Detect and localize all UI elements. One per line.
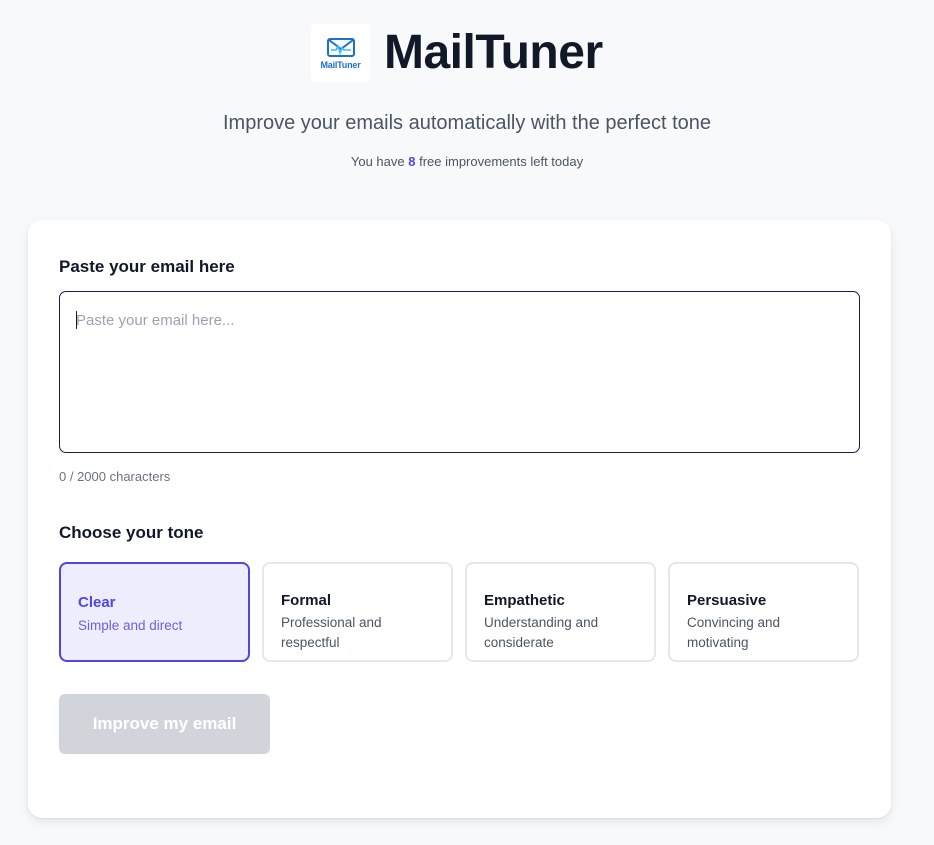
page-header: MailTuner MailTuner Improve your emails … [0,0,934,200]
tone-option-empathetic[interactable]: Empathetic Understanding and considerate [465,562,656,662]
tone-label: Choose your tone [59,523,204,542]
tone-description: Convincing and motivating [687,615,781,650]
email-input-label: Paste your email here [59,257,235,276]
tone-title: Clear [78,594,116,611]
quota-count: 8 [408,154,416,169]
tone-description: Professional and respectful [281,615,382,650]
tone-description: Simple and direct [78,618,183,633]
improve-email-button[interactable]: Improve my email [59,694,270,754]
tone-option-persuasive[interactable]: Persuasive Convincing and motivating [668,562,859,662]
quota-prefix: You have [350,154,405,169]
tone-description: Understanding and considerate [484,615,599,650]
text-cursor [76,311,77,329]
app-logo: MailTuner [311,24,370,82]
tone-option-clear[interactable]: Clear Simple and direct [59,562,250,662]
envelope-pulse-icon [326,38,355,57]
quota-text: You have 8 free improvements left today [0,154,934,169]
email-form-card: Paste your email here 0 / 2000 character… [28,220,891,818]
page-subtitle: Improve your emails automatically with t… [223,112,711,134]
app-title: MailTuner [384,26,603,79]
tone-title: Empathetic [484,592,565,609]
brand: MailTuner MailTuner [311,24,603,82]
character-counter: 0 / 2000 characters [59,469,171,484]
tone-title: Formal [281,592,332,609]
logo-text: MailTuner [320,60,361,70]
tone-option-formal[interactable]: Formal Professional and respectful [262,562,453,662]
tone-options: Clear Simple and direct Formal Professio… [59,562,860,662]
tone-title: Persuasive [687,592,767,609]
email-textarea[interactable] [59,291,860,453]
quota-suffix: free improvements left today [419,154,584,169]
